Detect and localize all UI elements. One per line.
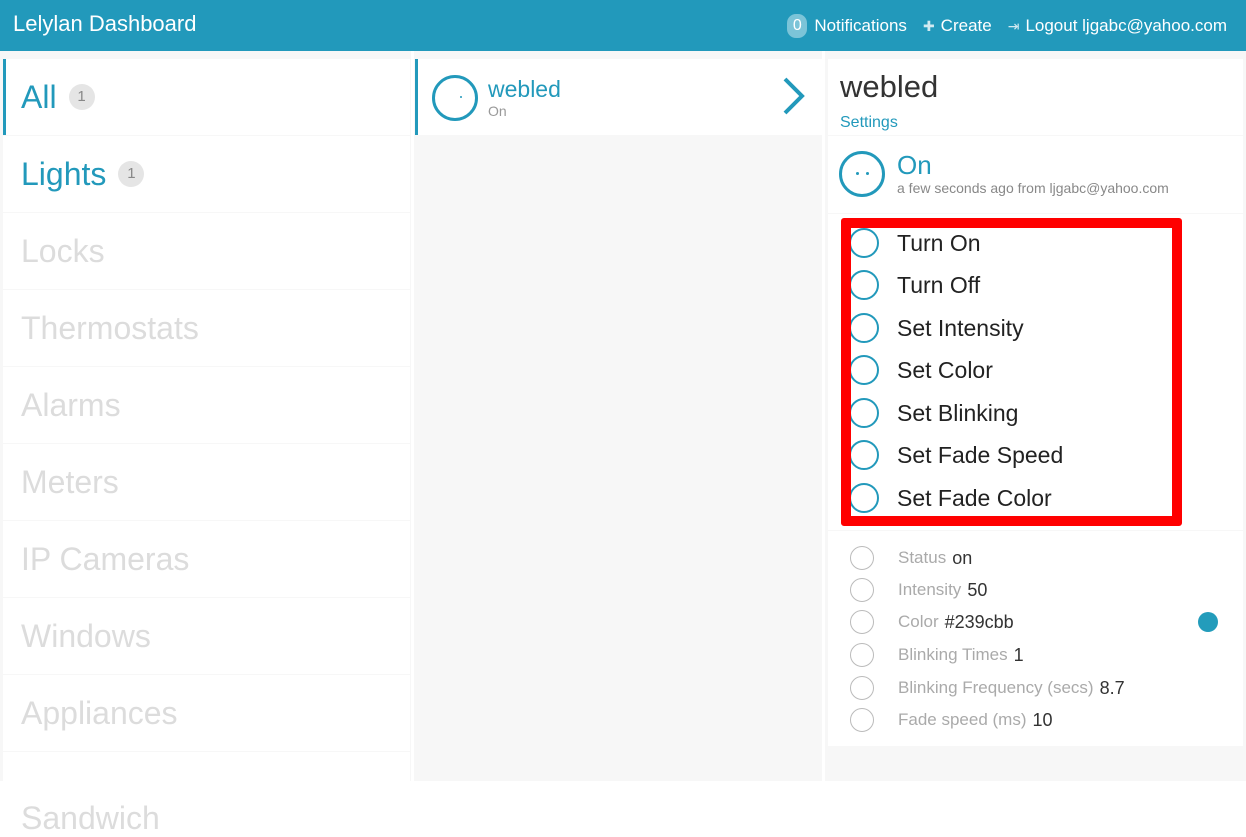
property-circle-icon[interactable] [850, 708, 874, 732]
top-nav: 0 Notifications ✚ Create ⇥ Logout ljgabc… [771, 14, 1227, 38]
category-count-badge: 1 [118, 161, 145, 187]
category-lights[interactable]: Lights 1 [3, 136, 410, 212]
device-status-circle-icon [432, 75, 478, 121]
property-value: 50 [967, 579, 988, 600]
color-swatch [1198, 612, 1218, 632]
highlight-annotation-box [841, 218, 1182, 526]
logout-icon: ⇥ [1007, 17, 1020, 34]
category-label: All [21, 78, 57, 115]
property-fade-speed: Fade speed (ms) 10 [850, 707, 1053, 733]
device-status-meta: a few seconds ago from ljgabc@yahoo.com [897, 180, 1169, 196]
settings-link[interactable]: Settings [840, 114, 898, 132]
property-blinking-times: Blinking Times 1 [850, 642, 1024, 668]
property-value: 8.7 [1099, 677, 1125, 698]
property-value: on [952, 547, 973, 568]
property-circle-icon[interactable] [850, 610, 874, 634]
category-list: All 1 Lights 1 Locks Thermostats Alarms … [0, 51, 411, 836]
category-label: Thermostats [21, 309, 199, 346]
category-label: Appliances [21, 694, 178, 731]
category-locks[interactable]: Locks [3, 213, 410, 289]
device-list: webled On [414, 51, 822, 781]
notifications-label: Notifications [814, 16, 907, 35]
device-detail-header: webled Settings [828, 59, 1243, 135]
property-circle-icon[interactable] [850, 643, 874, 667]
category-label: Meters [21, 463, 119, 500]
property-circle-icon[interactable] [850, 676, 874, 700]
status-circle-icon[interactable] [839, 151, 885, 197]
device-list-status: On [488, 103, 507, 119]
property-blinking-frequency: Blinking Frequency (secs) 8.7 [850, 675, 1125, 701]
property-name: Intensity [898, 580, 962, 599]
device-list-item[interactable]: webled On [415, 59, 822, 135]
device-title: webled [840, 69, 939, 104]
category-count-badge: 1 [68, 84, 95, 110]
property-name: Color [898, 612, 939, 631]
property-name: Status [898, 548, 947, 567]
category-all[interactable]: All 1 [3, 59, 410, 135]
category-alarms[interactable]: Alarms [3, 367, 410, 443]
property-value: 1 [1013, 644, 1024, 665]
category-label: Windows [21, 617, 151, 654]
device-status-panel: On a few seconds ago from ljgabc@yahoo.c… [828, 136, 1243, 213]
chevron-right-icon[interactable] [778, 74, 808, 118]
property-value: 10 [1032, 709, 1053, 730]
create-label: Create [940, 16, 992, 35]
plus-icon: ✚ [922, 17, 935, 34]
property-name: Blinking Frequency (secs) [898, 678, 1094, 697]
category-label: Alarms [21, 386, 121, 423]
category-appliances[interactable]: Appliances [3, 675, 410, 751]
device-detail: webled Settings On a few seconds ago fro… [825, 51, 1246, 781]
notifications-link[interactable]: 0 Notifications [787, 14, 907, 38]
logout-link[interactable]: ⇥ Logout ljgabc@yahoo.com [1008, 16, 1227, 36]
property-intensity: Intensity 50 [850, 577, 987, 603]
property-value: #239cbb [944, 611, 1014, 632]
app-brand[interactable]: Lelylan Dashboard [13, 11, 196, 37]
category-label: Lights [21, 155, 107, 192]
category-label: Sandwich [21, 799, 160, 836]
device-actions: Turn On Turn Off Set Intensity Set Color… [828, 214, 1243, 530]
property-circle-icon[interactable] [850, 546, 874, 570]
device-status-label: On [897, 150, 932, 180]
property-circle-icon[interactable] [850, 578, 874, 602]
top-bar: Lelylan Dashboard 0 Notifications ✚ Crea… [0, 0, 1246, 51]
device-properties: Status on Intensity 50 Color #239cbb Bli… [828, 531, 1243, 746]
create-link[interactable]: ✚ Create [923, 16, 992, 36]
device-list-name: webled [488, 76, 561, 102]
category-windows[interactable]: Windows [3, 598, 410, 674]
notifications-count-badge: 0 [787, 14, 808, 38]
category-sandwich[interactable]: Sandwich [3, 752, 410, 836]
property-name: Blinking Times [898, 645, 1008, 664]
property-status: Status on [850, 545, 972, 571]
logout-label: Logout ljgabc@yahoo.com [1025, 16, 1227, 35]
category-meters[interactable]: Meters [3, 444, 410, 520]
category-label: Locks [21, 232, 105, 269]
category-ip-cameras[interactable]: IP Cameras [3, 521, 410, 597]
property-name: Fade speed (ms) [898, 710, 1027, 729]
category-label: IP Cameras [21, 540, 190, 577]
category-thermostats[interactable]: Thermostats [3, 290, 410, 366]
property-color: Color #239cbb [850, 609, 1014, 635]
